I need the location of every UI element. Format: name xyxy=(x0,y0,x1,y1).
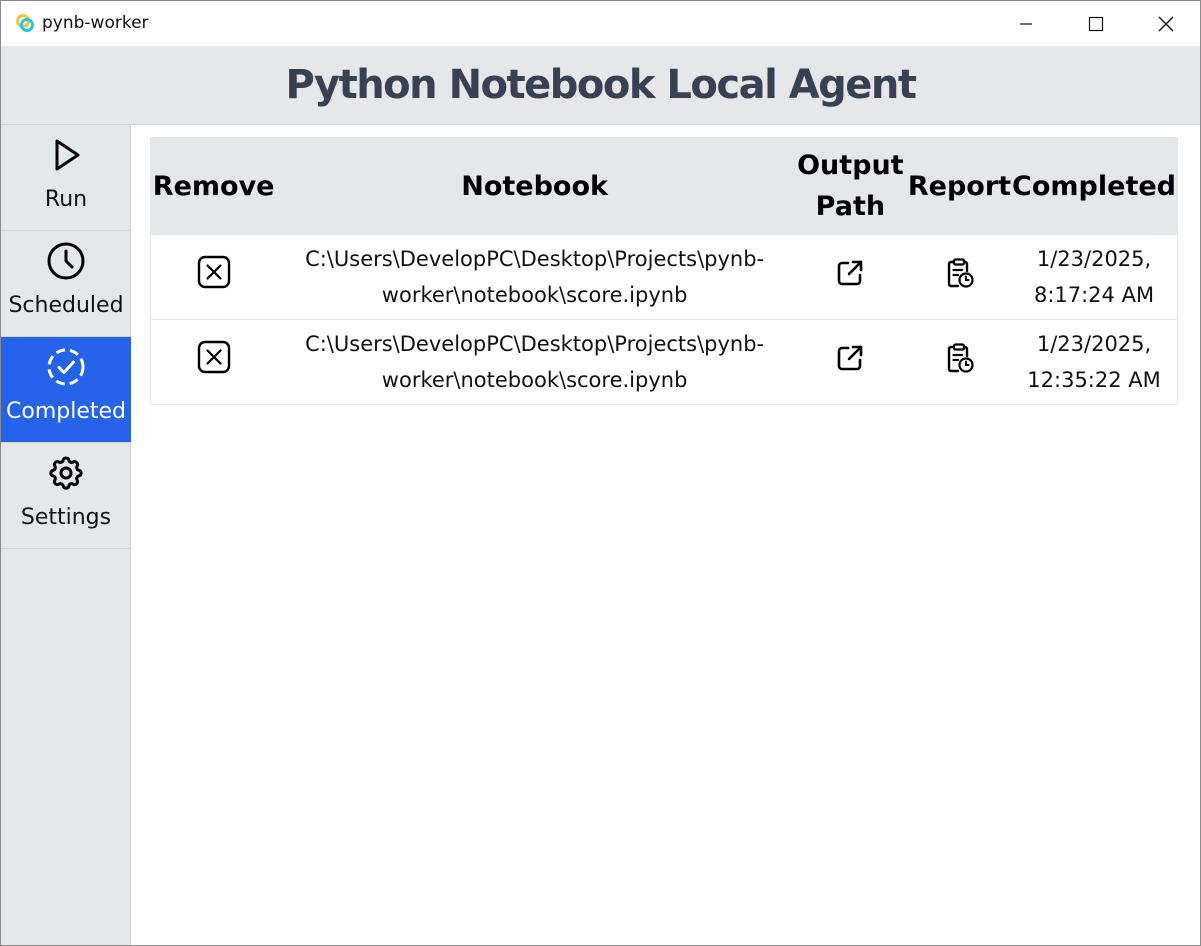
remove-cell xyxy=(151,235,277,320)
report-cell xyxy=(908,235,1011,320)
table-row: C:\Users\DevelopPC\Desktop\Projects\pynb… xyxy=(150,234,1178,320)
close-square-icon xyxy=(197,340,230,374)
close-square-icon xyxy=(197,255,230,289)
sidebar-item-label: Completed xyxy=(6,399,126,424)
report-cell xyxy=(908,320,1011,405)
completed-time: 1/23/2025, 12:35:22 AM xyxy=(1027,332,1161,392)
sidebar-item-settings[interactable]: Settings xyxy=(1,443,131,549)
completed-table: Remove Notebook Output Path Report Compl… xyxy=(150,137,1178,405)
view-report-button[interactable] xyxy=(941,340,977,376)
window-title: pynb-worker xyxy=(42,13,149,33)
sidebar-item-run[interactable]: Run xyxy=(1,125,131,231)
table-header-row: Remove Notebook Output Path Report Compl… xyxy=(150,137,1178,235)
gear-icon xyxy=(46,453,86,493)
minimize-button[interactable] xyxy=(991,1,1061,46)
column-header-output-path: Output Path xyxy=(797,150,904,222)
column-header-report: Report xyxy=(907,170,1012,202)
output-path-cell xyxy=(793,235,908,320)
minimize-icon xyxy=(1020,22,1032,25)
app-window: pynb-worker Python Notebook Local Agent xyxy=(0,0,1201,946)
external-link-icon xyxy=(838,345,863,371)
open-output-path-button[interactable] xyxy=(832,340,868,376)
notebook-path: C:\Users\DevelopPC\Desktop\Projects\pynb… xyxy=(305,247,765,307)
title-bar[interactable]: pynb-worker xyxy=(1,1,1200,46)
remove-button[interactable] xyxy=(196,339,232,375)
clipboard-clock-icon xyxy=(948,342,975,373)
close-window-button[interactable] xyxy=(1131,1,1201,46)
notebook-path: C:\Users\DevelopPC\Desktop\Projects\pynb… xyxy=(305,332,765,392)
page-title: Python Notebook Local Agent xyxy=(285,62,917,108)
sidebar-item-label: Scheduled xyxy=(8,293,124,318)
clock-icon xyxy=(46,241,86,281)
column-header-notebook: Notebook xyxy=(461,170,608,202)
completed-time: 1/23/2025, 8:17:24 AM xyxy=(1033,247,1155,307)
completed-table-container: Remove Notebook Output Path Report Compl… xyxy=(150,137,1178,405)
maximize-icon xyxy=(1088,16,1104,31)
sidebar-item-completed[interactable]: Completed xyxy=(1,337,131,443)
clipboard-clock-icon xyxy=(948,257,975,288)
maximize-button[interactable] xyxy=(1061,1,1131,46)
remove-button[interactable] xyxy=(196,254,232,290)
sidebar: Run Scheduled Completed Settings xyxy=(1,125,131,945)
external-link-icon xyxy=(838,260,863,286)
view-report-button[interactable] xyxy=(941,255,977,291)
dashed-check-circle-icon xyxy=(46,347,86,387)
sidebar-item-label: Run xyxy=(44,187,88,212)
column-header-remove: Remove xyxy=(152,170,275,202)
output-path-cell xyxy=(793,320,908,405)
sidebar-item-scheduled[interactable]: Scheduled xyxy=(1,231,131,337)
column-header-completed: Completed xyxy=(1012,170,1176,202)
close-icon xyxy=(1158,16,1174,31)
sidebar-item-label: Settings xyxy=(20,505,112,530)
open-output-path-button[interactable] xyxy=(832,255,868,291)
remove-cell xyxy=(151,320,277,405)
table-row: C:\Users\DevelopPC\Desktop\Projects\pynb… xyxy=(150,319,1178,405)
app-logo-icon xyxy=(15,13,35,33)
app-header: Python Notebook Local Agent xyxy=(1,46,1200,125)
play-icon xyxy=(46,135,86,175)
